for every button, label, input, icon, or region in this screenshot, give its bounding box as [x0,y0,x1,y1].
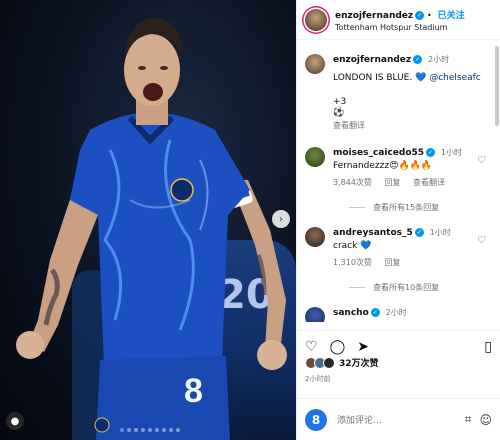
view-replies-link[interactable]: 查看所有10条回复 [297,282,500,293]
likes-count[interactable]: 32万次赞 [339,356,379,369]
caption-text: LONDON IS BLUE. [333,73,413,83]
chevron-right-icon: › [279,213,283,225]
comment: moises_caicedo55 ✓ 1小时 Fernandezzz😍🔥🔥🔥 3,… [297,147,500,188]
comment-username[interactable]: moises_caicedo55 [333,148,424,158]
following-button[interactable]: 已关注 [438,11,465,21]
like-heart-icon[interactable]: ♡ [305,339,318,355]
comment-emojis: 😍🔥🔥🔥 [389,161,433,171]
verified-icon: ✓ [426,148,436,157]
current-user-avatar: 8 [305,408,327,431]
post-panel: enzojfernandez ✓ • 已关注 Tottenham Hotspur … [296,0,500,440]
post-location[interactable]: Tottenham Hotspur Stadium [335,23,465,32]
view-replies-link[interactable]: 查看所有15条回复 [297,202,500,213]
bookmark-icon[interactable]: ▯ [484,339,492,355]
post-header: enzojfernandez ✓ • 已关注 Tottenham Hotspur … [297,0,500,40]
caption-extra-count: +3 [333,97,347,107]
carousel-dot [162,428,166,432]
comment-text: Fernandezzz [333,161,390,171]
carousel-dot [176,428,180,432]
comment: sancho ✓ 2小时 [297,307,500,322]
share-send-icon[interactable]: ➤ [357,339,369,355]
reply-button[interactable]: 回复 [384,258,400,267]
caption-avatar[interactable] [305,54,325,74]
translate-link[interactable]: 查看翻译 [413,178,445,187]
like-comment-heart-icon[interactable]: ♡ [477,235,486,246]
comment: andreysantos_5 ✓ 1小时 crack 💙 1,310次赞 回复 ♡ [297,227,500,268]
carousel-dot [155,428,159,432]
carousel-dot [169,428,173,432]
scrollbar[interactable] [495,46,499,126]
shirt-number: 8 [184,372,203,410]
author-avatar[interactable] [305,8,327,31]
add-comment-bar: 8 添加评论… ⌗ ☺ [297,398,500,440]
comment-emojis: 💙 [360,241,372,251]
post-image[interactable]: 20 8 › ● [0,0,296,440]
comment-username[interactable]: sancho [333,308,369,318]
gif-sticker-icon[interactable]: ⌗ [465,412,472,427]
carousel-dot [141,428,145,432]
add-comment-input[interactable]: 添加评论… [337,413,457,426]
carousel-dot [148,428,152,432]
comment-likes[interactable]: 3,844次赞 [333,178,372,187]
comment-username[interactable]: andreysantos_5 [333,228,413,238]
liker-avatar [323,356,335,369]
carousel-dot [127,428,131,432]
soccer-ball-emoji: ⚽ [333,108,345,118]
comment-time: 1小时 [440,148,463,157]
comments-scroll[interactable]: enzojfernandez ✓ 2小时 LONDON IS BLUE. 💙 @c… [297,40,500,322]
comment-likes[interactable]: 1,310次赞 [333,258,372,267]
verified-icon: ✓ [370,308,380,317]
carousel-dots [120,428,180,432]
carousel-dot [134,428,138,432]
commenter-avatar[interactable] [305,147,325,167]
verified-icon: ✓ [413,55,423,64]
reply-button[interactable]: 回复 [384,178,400,187]
commenter-avatar[interactable] [305,307,325,322]
caption-time: 2小时 [428,55,450,64]
comment-bubble-icon[interactable]: ◯ [330,339,346,355]
post-time: 2小时前 [305,375,331,383]
user-tag-icon[interactable]: ● [6,412,24,430]
likes-row: 32万次赞 [305,356,379,369]
caption: enzojfernandez ✓ 2小时 LONDON IS BLUE. 💙 @c… [297,54,500,131]
commenter-avatar[interactable] [305,227,325,247]
caption-translate-link[interactable]: 查看翻译 [333,120,492,131]
verified-icon: ✓ [415,10,425,20]
author-username[interactable]: enzojfernandez [335,11,413,21]
blue-heart-emoji: 💙 [415,73,427,83]
comment-time: 1小时 [429,228,451,237]
emoji-icon[interactable]: ☺ [479,413,492,427]
carousel-dot [120,428,124,432]
next-image-button[interactable]: › [272,210,290,228]
comment-text: crack [333,241,358,251]
comment-time: 2小时 [385,308,407,317]
player-figure [16,18,287,440]
caption-mention[interactable]: @chelseafc [429,73,481,83]
separator-dot: • [427,10,432,20]
caption-username[interactable]: enzojfernandez [333,55,411,65]
like-comment-heart-icon[interactable]: ♡ [477,155,486,166]
verified-icon: ✓ [414,228,424,237]
post-actions: ♡ ◯ ➤ ▯ [297,330,500,355]
